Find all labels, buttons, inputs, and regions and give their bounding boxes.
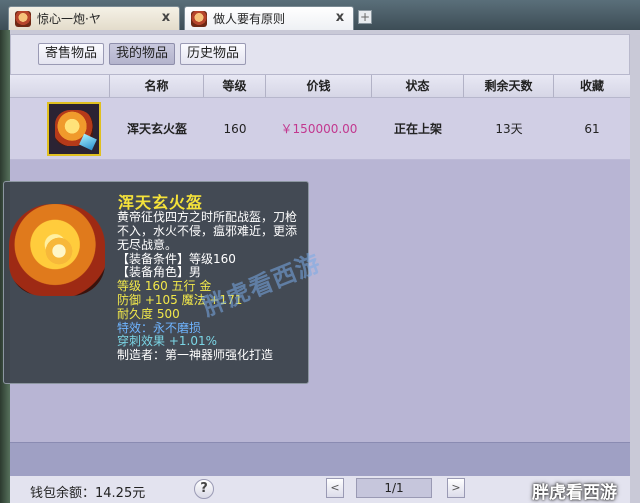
col-status[interactable]: 状态 <box>372 75 464 97</box>
item-level: 160 <box>223 121 247 136</box>
col-favorites[interactable]: 收藏 <box>554 75 630 97</box>
item-favorites: 61 <box>584 121 600 136</box>
col-icon <box>10 75 110 97</box>
corner-watermark: 胖虎看西游 <box>532 483 617 503</box>
tab-consignment-items[interactable]: 寄售物品 <box>38 43 105 65</box>
prev-page-button[interactable]: < <box>326 478 344 498</box>
tooltip-maker: 制造者：第一神器师强化打造 <box>117 348 274 362</box>
item-name: 浑天玄火盔 <box>126 122 187 136</box>
tooltip-description: 黄帝征伐四方之时所配战盔，刀枪不入，水火不侵，瘟邪难近，更添无尽战意。 <box>117 210 298 252</box>
tooltip-durability: 耐久度 500 <box>117 307 180 321</box>
item-status: 正在上架 <box>393 122 442 136</box>
page-indicator: 1/1 <box>356 478 432 498</box>
col-price[interactable]: 价钱 <box>266 75 372 97</box>
tab-label: 做人要有原则 <box>213 12 286 26</box>
game-favicon-icon <box>15 10 31 27</box>
tab-my-items[interactable]: 我的物品 <box>109 43 176 65</box>
tooltip-penetration: 穿刺效果 +1.01% <box>117 334 217 348</box>
tab-jingxin[interactable]: 惊心一炮·ヤ x <box>8 6 180 30</box>
table-header: 名称 等级 价钱 状态 剩余天数 收藏 <box>10 74 630 98</box>
close-tab-icon[interactable]: x <box>333 11 347 26</box>
tooltip-req-level: 【装备条件】等级160 <box>117 252 236 266</box>
item-days-left: 13天 <box>495 122 523 136</box>
tab-history-items[interactable]: 历史物品 <box>180 43 247 65</box>
wallet-balance: 钱包余额：14.25元 <box>30 486 146 501</box>
tooltip-special: 特效：永不磨损 <box>117 321 202 335</box>
col-days-left[interactable]: 剩余天数 <box>464 75 554 97</box>
tooltip-req-role: 【装备角色】男 <box>117 265 202 279</box>
tab-label: 惊心一炮·ヤ <box>37 12 101 26</box>
browser-tab-bar: 惊心一炮·ヤ x 做人要有原则 x + <box>0 0 640 30</box>
col-level[interactable]: 等级 <box>204 75 266 97</box>
table-row[interactable]: 浑天玄火盔 160 ￥150000.00 正在上架 13天 61 <box>10 98 630 160</box>
footer-bar <box>10 442 630 476</box>
col-name[interactable]: 名称 <box>110 75 204 97</box>
item-price: ￥150000.00 <box>280 122 358 136</box>
trade-subtabs: 寄售物品 我的物品 历史物品 <box>38 43 247 65</box>
game-favicon-icon <box>191 10 207 27</box>
helmet-art-icon <box>3 196 113 306</box>
next-page-button[interactable]: > <box>447 478 465 498</box>
close-tab-icon[interactable]: x <box>159 11 173 26</box>
help-icon[interactable]: ? <box>194 479 214 499</box>
new-tab-button[interactable]: + <box>358 10 372 24</box>
tab-zuoren[interactable]: 做人要有原则 x <box>184 6 354 30</box>
helmet-icon[interactable] <box>47 101 101 156</box>
